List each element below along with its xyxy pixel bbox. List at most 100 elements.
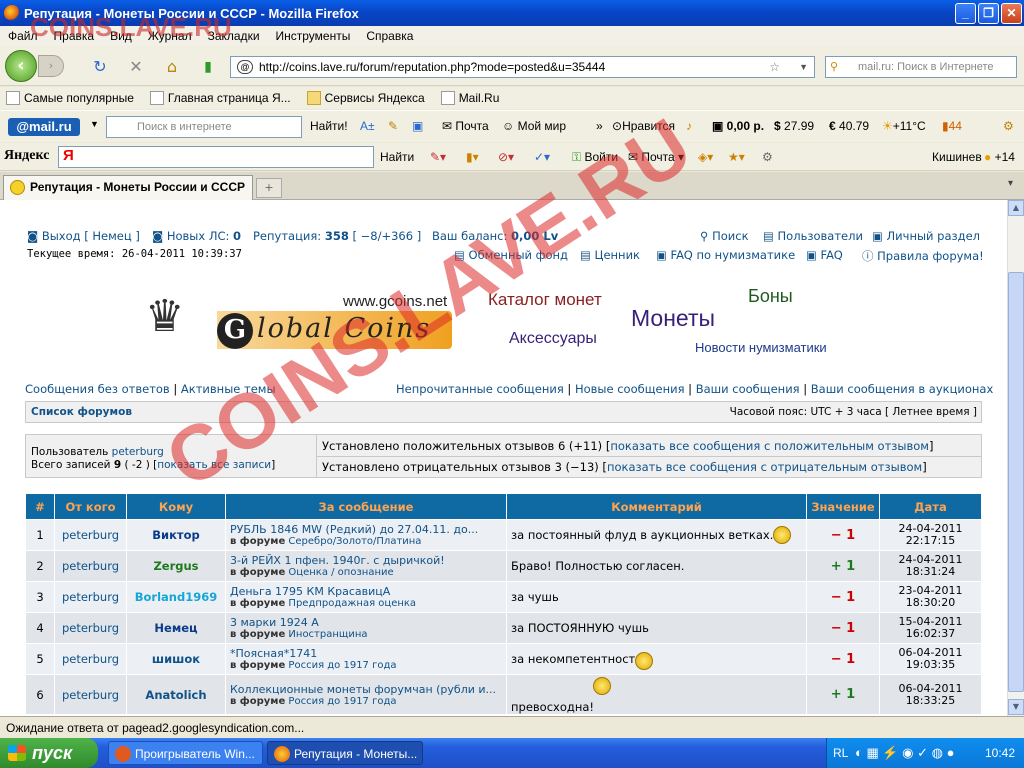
dropdown-icon[interactable]: ▼ — [799, 57, 808, 77]
eur-rate[interactable]: € 40.79 — [829, 119, 869, 133]
from-user-link[interactable]: peterburg — [62, 590, 119, 604]
url-bar[interactable]: @ http://coins.lave.ru/forum/reputation.… — [230, 56, 815, 78]
banner-bonds-link[interactable]: Боны — [748, 286, 793, 307]
to-user-link[interactable]: Zergus — [153, 559, 198, 573]
scroll-up-arrow[interactable]: ▲ — [1008, 200, 1024, 216]
yandex-city[interactable]: Кишинев — [932, 150, 982, 164]
menu-tools[interactable]: Инструменты — [268, 29, 359, 43]
mailru-menu-icon[interactable]: ▼ — [90, 119, 99, 129]
no-answers-link[interactable]: Сообщения без ответов — [25, 382, 170, 396]
banner-accessories-link[interactable]: Аксессуары — [509, 330, 597, 348]
bookmark-yandex-home[interactable]: Главная страница Я... — [149, 91, 291, 105]
to-user-link[interactable]: шишок — [152, 652, 200, 666]
spam-icon[interactable]: ⊘▾ — [498, 150, 514, 164]
zoom-icon[interactable]: ▣ — [412, 119, 423, 133]
from-user-link[interactable]: peterburg — [62, 688, 119, 702]
bookmark-mailru[interactable]: Mail.Ru — [440, 91, 499, 105]
unread-link[interactable]: Непрочитанные сообщения — [396, 382, 564, 396]
bookmark-yandex-services[interactable]: Сервисы Яндекса — [306, 91, 425, 105]
usd-rate[interactable]: $ 27.99 — [774, 119, 814, 133]
start-button[interactable]: пуск — [0, 738, 98, 768]
new-posts-link[interactable]: Новые сообщения — [575, 382, 685, 396]
forum-link[interactable]: Россия до 1917 года — [288, 696, 396, 707]
scroll-thumb[interactable] — [1008, 272, 1024, 692]
post-link[interactable]: Деньга 1795 КМ КрасавицА — [230, 585, 500, 598]
settings-gear-icon[interactable]: ⚙ — [1003, 119, 1014, 133]
new-pm-link[interactable]: ◙ Новых ЛС: 0 — [152, 229, 241, 243]
forum-link[interactable]: Россия до 1917 года — [288, 660, 396, 671]
faq-numismatics-link[interactable]: ▣ FAQ по нумизматике — [656, 248, 795, 262]
home-icon[interactable]: ⌂ — [162, 57, 182, 77]
tray-icons[interactable]: ◐ ▦ ⚡ ◉ ✓ ◍ ● — [855, 738, 954, 768]
forward-button[interactable]: › — [38, 55, 64, 77]
new-tab-button[interactable]: + — [256, 178, 282, 198]
tab-reputation[interactable]: Репутация - Монеты России и СССР — [3, 175, 253, 200]
banner-coins-link[interactable]: Монеты — [631, 305, 715, 332]
spellcheck-icon[interactable]: ✓▾ — [534, 150, 550, 164]
vertical-scrollbar[interactable]: ▲ ▼ — [1007, 200, 1024, 716]
from-user-link[interactable]: peterburg — [62, 652, 119, 666]
auction-posts-link[interactable]: Ваши сообщения в аукционах — [811, 382, 994, 396]
yandex-settings-icon[interactable]: ⚙ — [762, 150, 773, 164]
weather-indicator[interactable]: ☀+11°C — [882, 119, 926, 133]
personal-section-link[interactable]: ▣ Личный раздел — [872, 229, 980, 243]
taskbar-media-player[interactable]: Проигрыватель Win... — [108, 741, 263, 765]
user-link[interactable]: peterburg — [112, 446, 164, 458]
stop-icon[interactable]: ✕ — [126, 57, 146, 77]
faq-link[interactable]: ▣ FAQ — [806, 248, 843, 262]
yandex-search-input[interactable]: Я — [58, 146, 374, 168]
taskbar-firefox[interactable]: Репутация - Монеты... — [267, 741, 423, 765]
bar-chart-icon[interactable]: ▮▾ — [466, 150, 479, 164]
users-link[interactable]: ▤ Пользователи — [763, 229, 863, 243]
menu-help[interactable]: Справка — [358, 29, 421, 43]
from-user-link[interactable]: peterburg — [62, 559, 119, 573]
bookmark-popular[interactable]: Самые популярные — [6, 91, 134, 105]
forum-list-link[interactable]: Список форумов — [31, 406, 132, 418]
language-indicator[interactable]: RL — [833, 738, 848, 768]
post-link[interactable]: *Поясная*1741 — [230, 647, 500, 660]
tab-list-icon[interactable]: ▾ — [1008, 178, 1013, 189]
mailru-myworld-button[interactable]: ☺ Мой мир — [502, 119, 566, 133]
mailru-mail-button[interactable]: ✉ Почта — [442, 119, 489, 133]
scroll-down-arrow[interactable]: ▼ — [1008, 699, 1024, 715]
show-negative-link[interactable]: показать все сообщения с отрицательным о… — [607, 460, 922, 474]
star-widget-icon[interactable]: ★▾ — [728, 150, 745, 164]
money-indicator[interactable]: ▣ 0,00 р. — [712, 119, 764, 133]
back-button[interactable]: ‹ — [5, 50, 37, 82]
yandex-find-button[interactable]: Найти — [380, 150, 414, 164]
forum-link[interactable]: Иностранщина — [288, 629, 367, 640]
web-search-input[interactable]: ⚲ mail.ru: Поиск в Интернете — [825, 56, 1017, 78]
maximize-button[interactable]: ❐ — [978, 3, 999, 24]
post-link[interactable]: 3-й РЕЙХ 1 пфен. 1940г. с дыричкой! — [230, 554, 500, 567]
signal-icon[interactable]: ▮ — [198, 57, 218, 77]
post-link[interactable]: РУБЛЬ 1846 MW (Редкий) до 27.04.11. до..… — [230, 523, 500, 536]
music-icon[interactable]: ♪ — [686, 119, 692, 133]
post-link[interactable]: Коллекционные монеты форумчан (рубли и..… — [230, 683, 500, 696]
minimize-button[interactable]: _ — [955, 3, 976, 24]
chevron-icon[interactable]: » — [596, 119, 603, 133]
from-user-link[interactable]: peterburg — [62, 621, 119, 635]
logout-link[interactable]: ◙ Выход [ Немец ] — [27, 229, 140, 243]
star-icon[interactable]: ☆ — [769, 57, 780, 77]
forum-link[interactable]: Серебро/Золото/Платина — [288, 536, 421, 547]
show-positive-link[interactable]: показать все сообщения с положительным о… — [610, 439, 929, 453]
close-button[interactable]: ✕ — [1001, 3, 1022, 24]
forum-link[interactable]: Оценка / опознание — [288, 567, 393, 578]
mailru-logo[interactable]: @mail.ru — [8, 118, 80, 136]
search-engine-icon[interactable]: ⚲ — [830, 57, 838, 77]
highlight-icon[interactable]: ✎ — [388, 119, 398, 133]
reload-icon[interactable]: ↻ — [90, 57, 110, 77]
pen-icon[interactable]: ✎▾ — [430, 150, 446, 164]
your-posts-link[interactable]: Ваши сообщения — [696, 382, 800, 396]
forum-rules-link[interactable]: ⓘ Правила форума! — [862, 248, 984, 264]
to-user-link[interactable]: Anatolich — [145, 688, 206, 702]
traffic-indicator[interactable]: ▮44 — [942, 119, 962, 133]
font-icon[interactable]: A± — [360, 119, 375, 133]
post-link[interactable]: 3 марки 1924 А — [230, 616, 500, 629]
yandex-logo[interactable]: Яндекс — [4, 148, 49, 164]
to-user-link[interactable]: Немец — [154, 621, 197, 635]
mailru-search-input[interactable]: Поиск в интернете — [106, 116, 302, 138]
yandex-weather[interactable]: ● +14 — [984, 150, 1015, 164]
to-user-link[interactable]: Виктор — [152, 528, 199, 542]
forum-link[interactable]: Предпродажная оценка — [288, 598, 416, 609]
